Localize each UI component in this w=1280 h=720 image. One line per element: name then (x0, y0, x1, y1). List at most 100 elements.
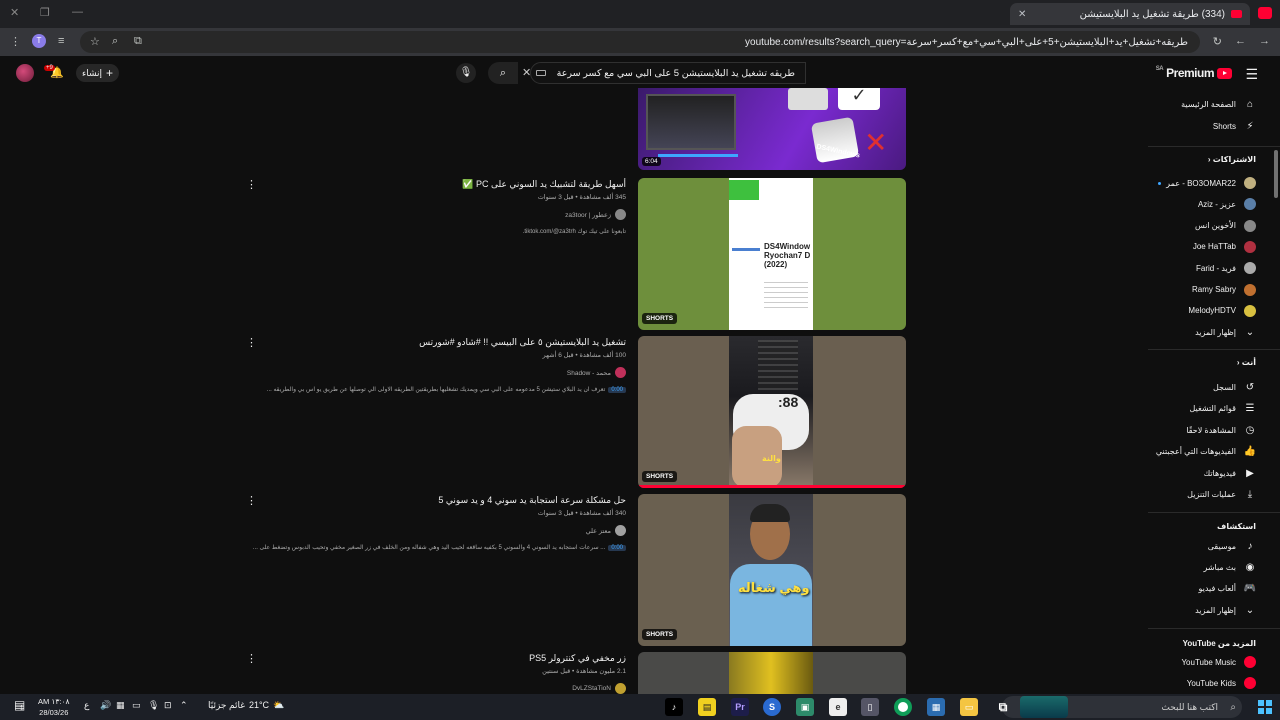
sidebar-item-youtube-app[interactable]: YouTube Kids (1187, 674, 1256, 692)
video-title[interactable]: حل مشكلة سرعة استجابة يد سوني 4 و يد سون… (296, 494, 626, 507)
search-input[interactable]: طريقه تشغيل يد البلايستيشن 5 على البي سي… (530, 62, 806, 84)
tab-close-icon[interactable]: ✕ (1018, 9, 1026, 20)
more-actions-icon[interactable]: ⋮ (246, 652, 257, 665)
sidebar-item-play[interactable]: ▶ فيديوهاتك (1204, 464, 1256, 482)
sidebar-subscription[interactable]: BO3OMAR22 - عمر (1158, 174, 1256, 192)
clock[interactable]: AM ١٣:٠٨ 28/03/26 (38, 696, 70, 718)
cast-icon[interactable]: ⧉ (134, 35, 142, 48)
forward-icon[interactable]: ← (1235, 35, 1246, 47)
create-button[interactable]: إنشاء + (76, 64, 120, 82)
reading-list-icon[interactable]: ≡ (58, 35, 64, 47)
more-actions-icon[interactable]: ⋮ (246, 336, 257, 349)
voice-search-button[interactable]: 🎙 (456, 63, 476, 83)
sidebar-item-live[interactable]: ◉ بث مباشر (1203, 558, 1256, 576)
mic-tray-icon[interactable]: 🎙 (148, 700, 159, 711)
thumbnail-caption: وهي شغاله (738, 580, 810, 595)
hamburger-menu-icon[interactable]: ☰ (1245, 66, 1258, 83)
channel-link[interactable]: DvLZStaTioN (296, 683, 626, 694)
show-more-subscriptions[interactable]: ⌄ إظهار المزيد (1195, 323, 1256, 341)
play-icon: ▶ (1246, 467, 1254, 479)
browser-menu-icon[interactable]: ⋮ (10, 35, 21, 48)
youtube-logo[interactable]: SA Premium (1156, 66, 1232, 80)
sidebar-subscription[interactable]: عزيز - Aziz (1198, 195, 1256, 213)
channel-link[interactable]: معتز علي (296, 525, 626, 536)
account-avatar[interactable] (16, 64, 34, 82)
sidebar-item-music[interactable]: ♪ موسيقى (1208, 537, 1256, 555)
partial-top-result[interactable]: ✓ DS4Windows ✕ 6:04 (240, 88, 906, 170)
video-thumbnail[interactable]: ✓ DS4Windows ✕ 6:04 (638, 88, 906, 170)
video-result[interactable]: زر مخفي في كنترولر PS5 2.1 مليون مشاهدة … (240, 652, 906, 694)
sidebar-item-playlist[interactable]: ☰ قوائم التشغيل (1190, 400, 1257, 418)
sidebar-divider (1148, 628, 1280, 629)
tray-chevron-icon[interactable]: ⌃ (180, 700, 188, 711)
sidebar-item-history[interactable]: ↺ السجل (1213, 378, 1256, 396)
timestamp-chip[interactable]: 0:00 (608, 545, 626, 551)
sidebar-subscription[interactable]: فريد - Farid (1196, 259, 1256, 277)
subscriptions-heading[interactable]: الاشتراكات ‹ (1208, 155, 1256, 164)
sidebar-item-home[interactable]: ⌂ الصفحة الرئيسية (1181, 95, 1256, 113)
restore-window-icon[interactable]: ❐ (40, 6, 50, 19)
sidebar-scrollbar[interactable] (1274, 150, 1278, 198)
video-thumbnail[interactable]: وهي شغاله SHORTS (638, 494, 906, 646)
show-more-explore[interactable]: ⌄ إظهار المزيد (1195, 601, 1256, 619)
back-icon[interactable]: → (1259, 35, 1270, 47)
channel-link[interactable]: محمد - Shadow (296, 367, 626, 378)
network-icon[interactable]: ▦ (116, 700, 125, 711)
app-icon-edge[interactable]: e (829, 698, 847, 716)
video-title[interactable]: تشغيل يد البلايستيشن ٥ على البيسي !! #شا… (296, 336, 626, 349)
sidebar-item-download[interactable]: ⤓ عمليات التنزيل (1187, 486, 1256, 504)
you-heading[interactable]: أنت ‹ (1237, 358, 1256, 367)
browser-tab-youtube[interactable]: (334) طريقة تشغيل يد البلايستيشن ✕ (1010, 3, 1250, 25)
video-title[interactable]: أسهل طريقة لتشبيك يد السوني على PC ✅ (296, 178, 626, 191)
sidebar-item-clock[interactable]: ◷ المشاهدة لاحقًا (1186, 421, 1256, 439)
clear-search-icon[interactable]: ✕ (522, 66, 531, 79)
video-result[interactable]: وهي شغاله SHORTS حل مشكلة سرعة استجابة يد… (240, 494, 906, 646)
sidebar-subscription[interactable]: Ramy Sabry (1192, 281, 1256, 299)
weather-widget[interactable]: ⛅ 21°C غائم جزئيًا (208, 700, 284, 711)
store-icon[interactable]: ▦ (927, 698, 945, 716)
file-explorer-icon[interactable]: ▭ (960, 698, 978, 716)
address-bar[interactable]: youtube.com/results?search_query=طريقه+ت… (80, 31, 1200, 53)
close-window-icon[interactable]: ✕ (10, 6, 19, 19)
volume-icon[interactable]: 🔊 (100, 700, 111, 711)
sidebar-subscription[interactable]: Joe HaTTab (1193, 238, 1256, 256)
display-tray-icon[interactable]: ▭ (132, 700, 141, 711)
more-actions-icon[interactable]: ⋮ (246, 494, 257, 507)
reload-icon[interactable]: ↻ (1213, 35, 1222, 48)
sidebar-item-label: Shorts (1212, 121, 1236, 131)
keyboard-icon[interactable] (536, 70, 546, 76)
language-indicator[interactable]: ع (84, 700, 89, 711)
video-result[interactable]: :88 والنة SHORTS تشغيل يد البلايستيشن ٥ عل… (240, 336, 906, 488)
video-thumbnail[interactable] (638, 652, 906, 694)
windows-start-icon[interactable] (1258, 700, 1272, 714)
minimize-window-icon[interactable]: — (72, 6, 83, 18)
more-actions-icon[interactable]: ⋮ (246, 178, 257, 191)
video-result[interactable]: DS4Window Ryochan7 D (2022) SHORTS أسهل طري… (240, 178, 906, 330)
chrome-icon[interactable] (894, 698, 912, 716)
tab-search-icon[interactable] (1258, 7, 1272, 19)
sidebar-item-shorts[interactable]: ⚡ Shorts (1213, 117, 1256, 135)
sidebar-subscription[interactable]: الأخوين انس (1195, 217, 1256, 235)
sidebar-item-like[interactable]: 👍 الفيديوهات التي أعجبتني (1156, 443, 1256, 461)
browser-profile-avatar[interactable]: T (32, 34, 46, 48)
zoom-icon[interactable]: ⌕ (112, 35, 118, 48)
tray-app-icon[interactable]: ⊡ (164, 700, 172, 711)
youtube-play-icon (1217, 67, 1232, 79)
video-thumbnail[interactable]: DS4Window Ryochan7 D (2022) SHORTS (638, 178, 906, 330)
sticky-notes-icon[interactable]: ▤ (698, 698, 716, 716)
app-icon-tool[interactable]: ▯ (861, 698, 879, 716)
sidebar-subscription[interactable]: MelodyHDTV (1188, 302, 1256, 320)
channel-link[interactable]: زعطور | za3toor (296, 209, 626, 220)
bookmark-star-icon[interactable]: ☆ (90, 35, 100, 48)
search-button[interactable]: ⌕ (488, 62, 518, 84)
app-icon-s[interactable]: S (763, 698, 781, 716)
video-title[interactable]: زر مخفي في كنترولر PS5 (296, 652, 626, 665)
task-view-icon[interactable]: ⧉ (994, 698, 1012, 716)
sidebar-item-gaming[interactable]: 🎮 ألعاب فيديو (1198, 580, 1256, 598)
timestamp-chip[interactable]: 0:00 (608, 387, 626, 393)
app-icon-green[interactable]: ▣ (796, 698, 814, 716)
tiktok-icon[interactable]: ♪ (665, 698, 683, 716)
video-thumbnail[interactable]: :88 والنة SHORTS (638, 336, 906, 488)
premiere-pro-icon[interactable]: Pr (731, 698, 749, 716)
sidebar-item-youtube-app[interactable]: YouTube Music (1181, 653, 1256, 671)
